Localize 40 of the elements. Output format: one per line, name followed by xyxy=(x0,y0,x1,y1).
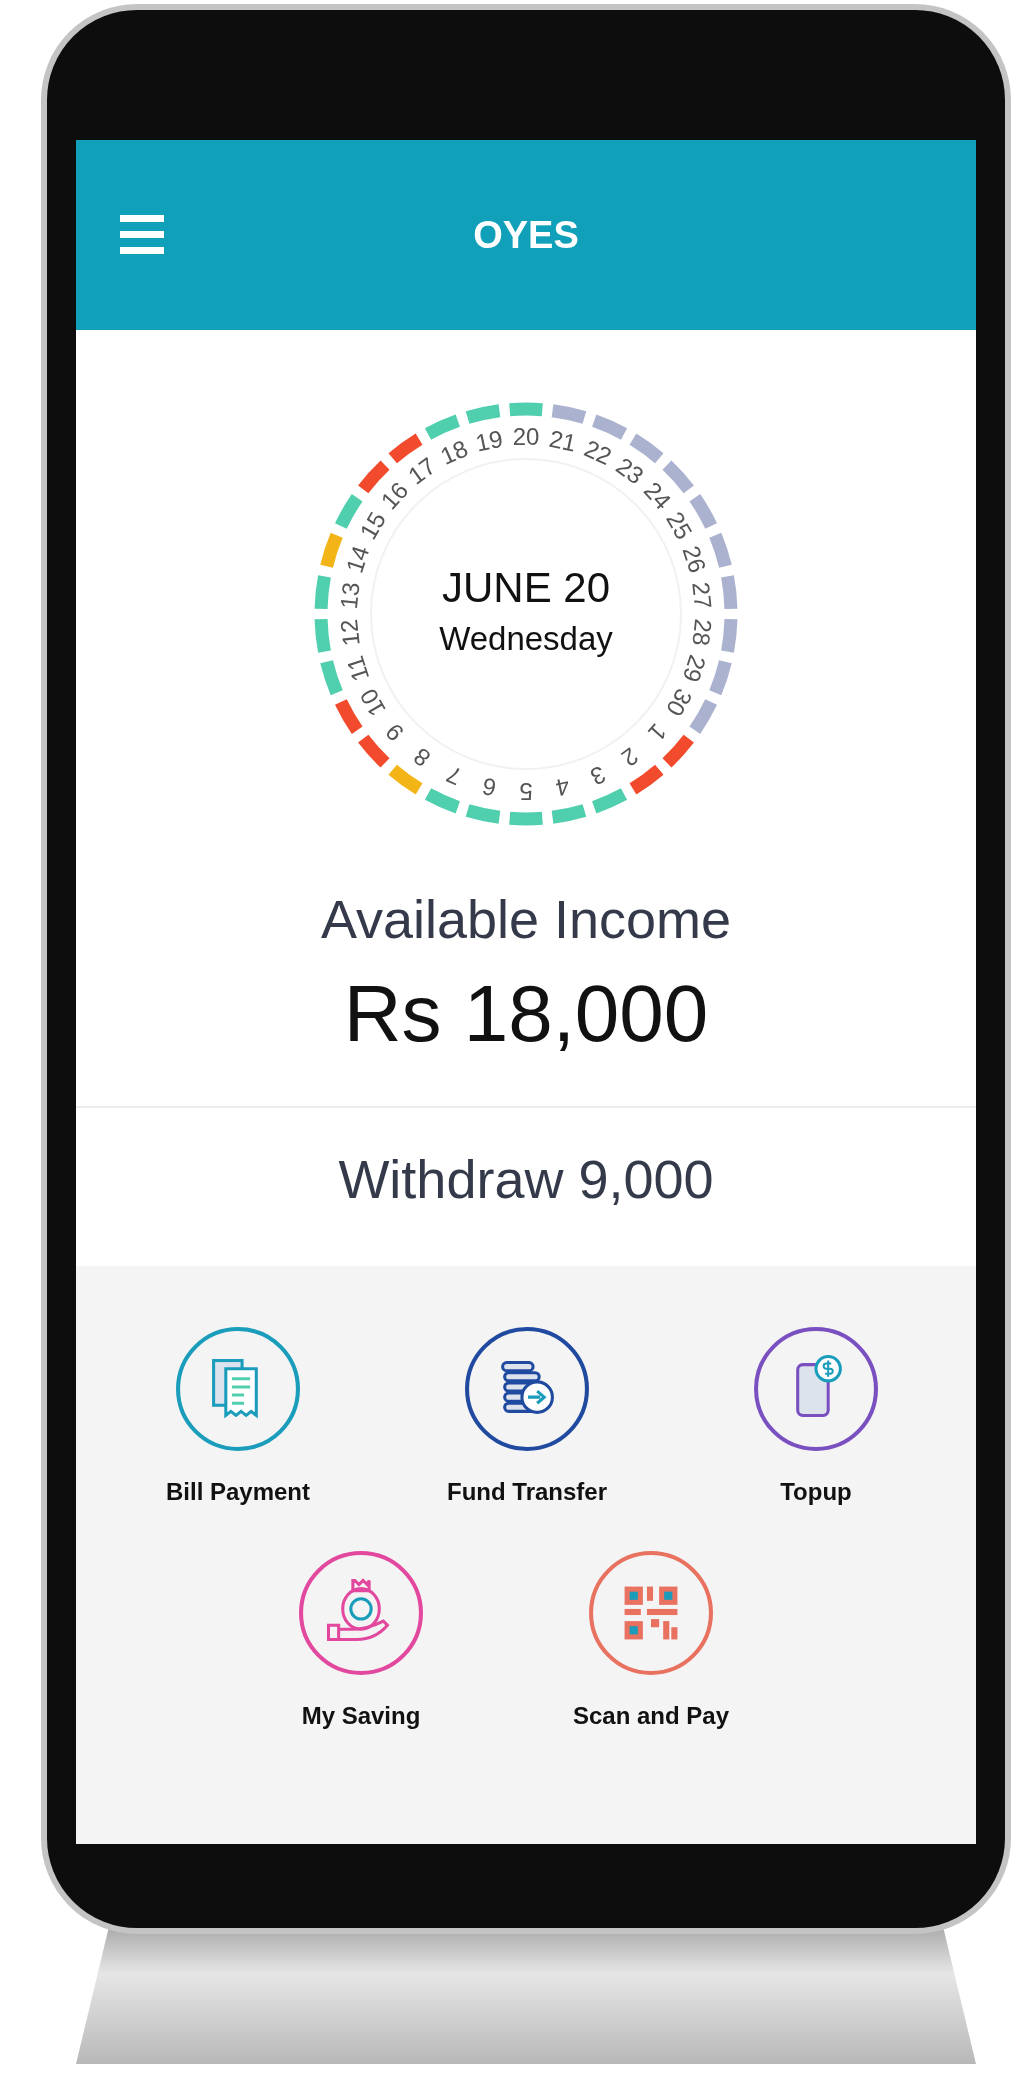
day-number: 18 xyxy=(436,434,472,470)
day-number: 5 xyxy=(519,777,533,805)
app-title: OYES xyxy=(473,213,579,257)
action-label[interactable]: Fund Transfer xyxy=(447,1478,607,1506)
weekday-label: Wednesday xyxy=(439,620,613,657)
action-label[interactable]: Bill Payment xyxy=(165,1478,310,1506)
action-label[interactable]: Scan and Pay xyxy=(572,1702,730,1730)
day-number: 8 xyxy=(408,742,436,773)
transfer-icon[interactable] xyxy=(464,1326,590,1452)
topup-icon[interactable] xyxy=(753,1326,879,1452)
saving-icon[interactable] xyxy=(298,1550,424,1676)
day-number: 27 xyxy=(687,580,717,611)
day-number: 29 xyxy=(677,651,712,686)
withdraw-label[interactable]: Withdraw 9,000 xyxy=(338,1148,714,1210)
income-amount: Rs 18,000 xyxy=(343,968,709,1060)
action-label[interactable]: Topup xyxy=(780,1478,852,1506)
day-number: 11 xyxy=(340,652,375,685)
day-number: 3 xyxy=(586,760,610,791)
day-number: 26 xyxy=(677,542,712,577)
income-label: Available Income xyxy=(320,888,732,950)
day-number: 6 xyxy=(479,772,499,802)
day-number: 30 xyxy=(661,684,698,721)
day-number: 28 xyxy=(687,617,717,648)
day-number: 2 xyxy=(616,742,644,773)
day-number: 14 xyxy=(340,542,375,577)
qr-code-icon[interactable] xyxy=(588,1550,714,1676)
day-number: 1 xyxy=(643,718,673,747)
date-label: JUNE 20 xyxy=(441,564,611,611)
day-number: 21 xyxy=(546,424,579,457)
day-number: 13 xyxy=(335,580,365,611)
day-number: 10 xyxy=(354,684,391,721)
day-number: 4 xyxy=(553,772,573,802)
action-label[interactable]: My Saving xyxy=(301,1702,421,1730)
bill-icon[interactable] xyxy=(175,1326,301,1452)
day-number: 12 xyxy=(335,617,365,648)
day-number: 7 xyxy=(442,760,466,791)
day-number: 19 xyxy=(473,424,506,457)
menu-icon[interactable] xyxy=(120,215,164,255)
day-number: 9 xyxy=(379,718,409,747)
day-number: 20 xyxy=(512,423,540,451)
